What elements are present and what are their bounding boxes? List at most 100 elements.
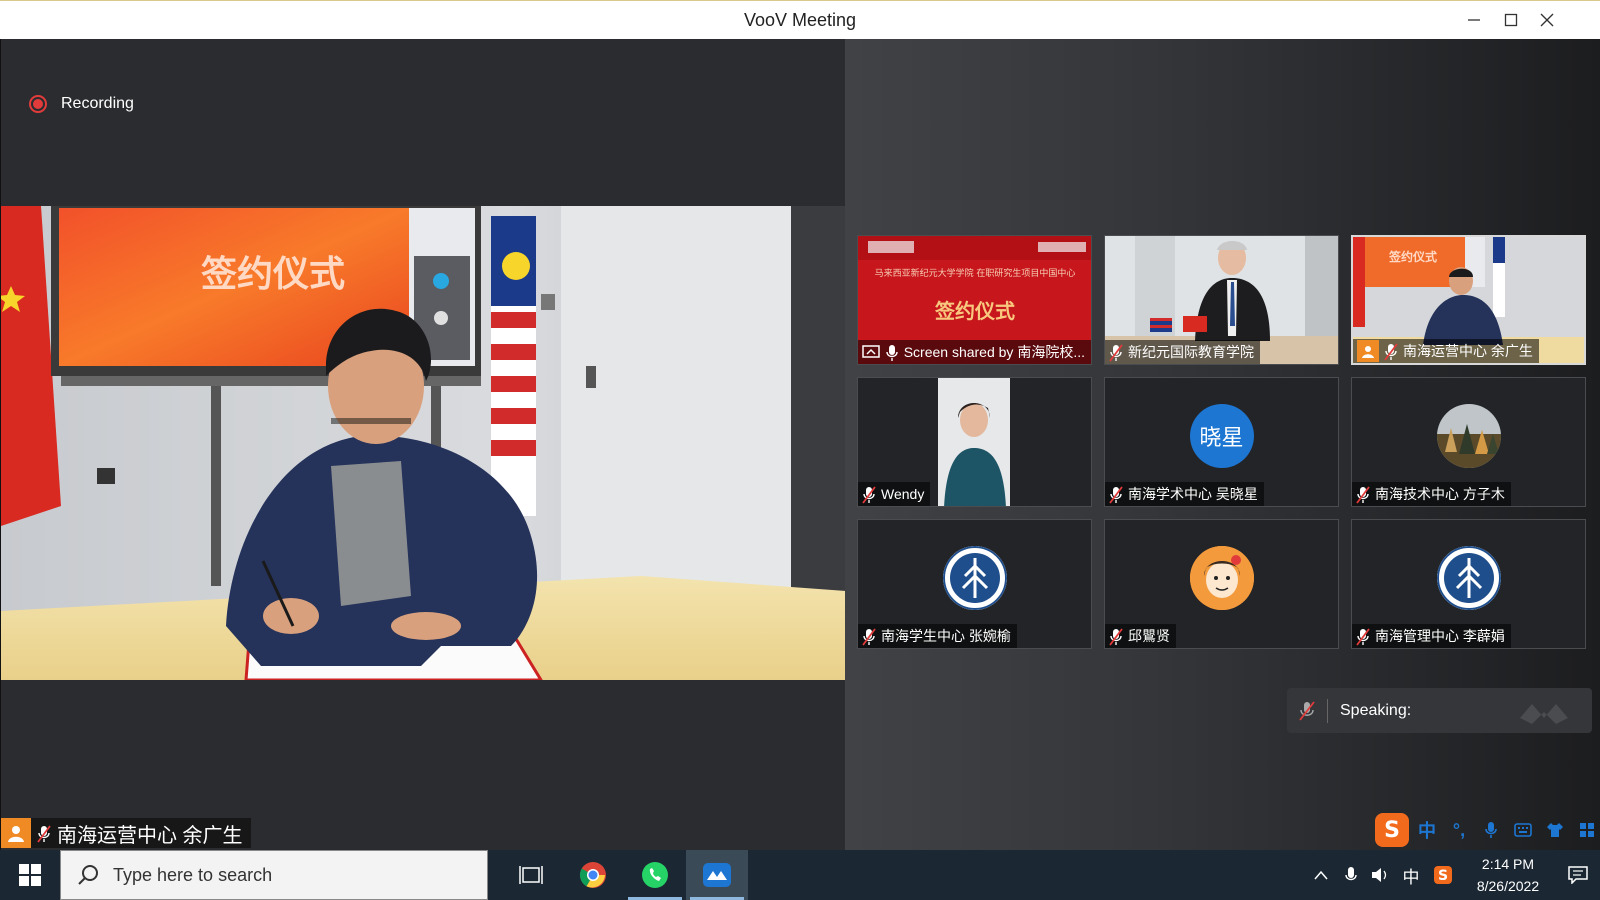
voov-meeting-icon	[703, 863, 731, 887]
app-watermark-icon	[1520, 704, 1568, 724]
title-bar: VooV Meeting	[0, 0, 1600, 39]
university-logo-icon	[942, 546, 1007, 610]
chrome-icon	[579, 862, 606, 888]
ime-toolbox-button[interactable]	[1573, 815, 1600, 845]
mic-muted-icon	[1109, 486, 1123, 504]
microphone-tray-button[interactable]	[1336, 866, 1366, 884]
participant-name: 南海管理中心 李薜娟	[1375, 628, 1505, 644]
taskbar-voov-meeting[interactable]	[686, 850, 748, 900]
participant-tile[interactable]: 新纪元国际教育学院	[1104, 235, 1339, 365]
minimize-button[interactable]	[1460, 7, 1488, 33]
avatar-text: 晓星	[1199, 425, 1244, 450]
divider	[1327, 698, 1328, 723]
participant-name: 南海运营中心 余广生	[1403, 343, 1533, 359]
participant-tile[interactable]: 邱鸎贤	[1104, 519, 1339, 649]
cartoon-avatar-image	[1189, 546, 1254, 610]
recording-indicator[interactable]: Recording	[29, 95, 134, 113]
ime-keyboard-button[interactable]	[1509, 815, 1537, 845]
close-button[interactable]	[1533, 7, 1561, 33]
start-button[interactable]	[0, 850, 60, 900]
participant-tile[interactable]: 南海管理中心 李薜娟	[1351, 519, 1586, 649]
ime-indicator[interactable]: 中	[1396, 863, 1426, 888]
forest-avatar-image	[1436, 404, 1501, 468]
taskbar-chrome[interactable]	[562, 850, 624, 900]
slide-title: 签约仪式	[934, 299, 1015, 323]
tile-label: 邱鸎贤	[1105, 624, 1176, 648]
volume-button[interactable]	[1366, 867, 1396, 883]
search-placeholder: Type here to search	[113, 864, 273, 885]
participant-tile-active-speaker[interactable]: 签约仪式 南海运营中心 余广生	[1351, 235, 1586, 365]
main-video[interactable]: 签约仪式	[1, 206, 846, 680]
participant-name: Screen shared by 南海院校...	[903, 344, 1085, 360]
main-speaker-label: 南海运营中心 余广生	[1, 818, 251, 848]
participant-name: 新纪元国际教育学院	[1128, 344, 1254, 360]
speaking-label: Speaking:	[1340, 701, 1412, 719]
main-video-scene: 签约仪式	[1, 206, 846, 680]
grid-icon	[1580, 823, 1594, 837]
recording-label: Recording	[61, 95, 134, 112]
search-icon	[78, 865, 98, 885]
svg-text:S: S	[1438, 868, 1448, 884]
tile-label: Wendy	[858, 482, 931, 506]
taskbar-search-box[interactable]: Type here to search	[60, 850, 488, 900]
speaking-indicator: Speaking:	[1287, 688, 1592, 733]
mic-icon	[1485, 822, 1497, 838]
participant-tile[interactable]: Wendy	[857, 377, 1092, 507]
avatar	[942, 546, 1007, 610]
notification-icon	[1568, 866, 1588, 884]
tile-label: 南海技术中心 方子木	[1352, 482, 1511, 506]
sogou-logo-icon[interactable]: S	[1375, 813, 1409, 847]
record-icon	[29, 95, 47, 113]
task-view-icon	[519, 866, 543, 884]
mic-muted-icon	[1384, 343, 1398, 361]
mic-muted-icon	[1287, 700, 1327, 721]
participant-name: 南海学生中心 张婉榆	[881, 628, 1011, 644]
main-speaker-name: 南海运营中心 余广生	[57, 824, 243, 847]
participant-grid: 马来西亚新纪元大学学院 在职研究生项目中国中心 签约仪式 Screen shar…	[857, 235, 1592, 649]
ime-toolbar: S 中 °,	[1375, 812, 1600, 848]
system-tray: 中 S 2:14 PM 8/26/2022	[1306, 850, 1600, 900]
ime-skin-button[interactable]	[1541, 815, 1569, 845]
tile-label: 南海运营中心 余广生	[1353, 339, 1539, 363]
sogou-tray-button[interactable]: S	[1426, 865, 1460, 885]
tile-label: Screen shared by 南海院校...	[858, 340, 1091, 364]
svg-text:签约仪式: 签约仪式	[1388, 249, 1437, 264]
keyboard-icon	[1514, 823, 1532, 837]
ime-voice-button[interactable]	[1477, 815, 1505, 845]
user-avatar-icon	[1, 818, 31, 848]
mic-muted-icon	[862, 486, 876, 504]
participant-name: 南海技术中心 方子木	[1375, 486, 1505, 502]
tile-label: 南海学生中心 张婉榆	[858, 624, 1017, 648]
taskbar: Type here to search 中 S 2:14 PM 8/26/202…	[0, 850, 1600, 900]
participant-name: Wendy	[881, 486, 925, 502]
action-center-button[interactable]	[1556, 866, 1600, 884]
speaker-icon	[1372, 868, 1387, 882]
participant-name: 南海学术中心 吴晓星	[1128, 486, 1258, 502]
clock-time: 2:14 PM	[1481, 856, 1535, 872]
sogou-icon: S	[1434, 866, 1452, 884]
participant-tile[interactable]: 马来西亚新纪元大学学院 在职研究生项目中国中心 签约仪式 Screen shar…	[857, 235, 1092, 365]
participant-tile[interactable]: 晓星 南海学术中心 吴晓星	[1104, 377, 1339, 507]
ime-lang-toggle[interactable]: 中	[1413, 815, 1441, 845]
avatar: 晓星	[1189, 404, 1254, 468]
mic-icon	[885, 344, 899, 361]
mic-muted-icon	[37, 825, 51, 843]
maximize-icon	[1504, 13, 1518, 27]
meeting-window: VooV Meeting Recording 签约仪式 南海运营中心 余广生 马…	[0, 0, 1600, 850]
ime-punct-toggle[interactable]: °,	[1445, 815, 1473, 845]
mic-muted-icon	[1109, 628, 1123, 646]
mic-muted-icon	[1356, 628, 1370, 646]
university-logo-icon	[1436, 546, 1501, 610]
tile-label: 新纪元国际教育学院	[1105, 340, 1260, 364]
screen-share-icon	[862, 345, 880, 358]
task-view-button[interactable]	[500, 850, 562, 900]
taskbar-whatsapp[interactable]	[624, 850, 686, 900]
windows-logo-icon	[19, 864, 41, 886]
close-icon	[1540, 13, 1554, 27]
maximize-button[interactable]	[1497, 7, 1525, 33]
show-hidden-icons-button[interactable]	[1306, 870, 1336, 880]
participant-tile[interactable]: 南海技术中心 方子木	[1351, 377, 1586, 507]
avatar	[1436, 404, 1501, 468]
clock[interactable]: 2:14 PM 8/26/2022	[1460, 853, 1556, 897]
participant-tile[interactable]: 南海学生中心 张婉榆	[857, 519, 1092, 649]
